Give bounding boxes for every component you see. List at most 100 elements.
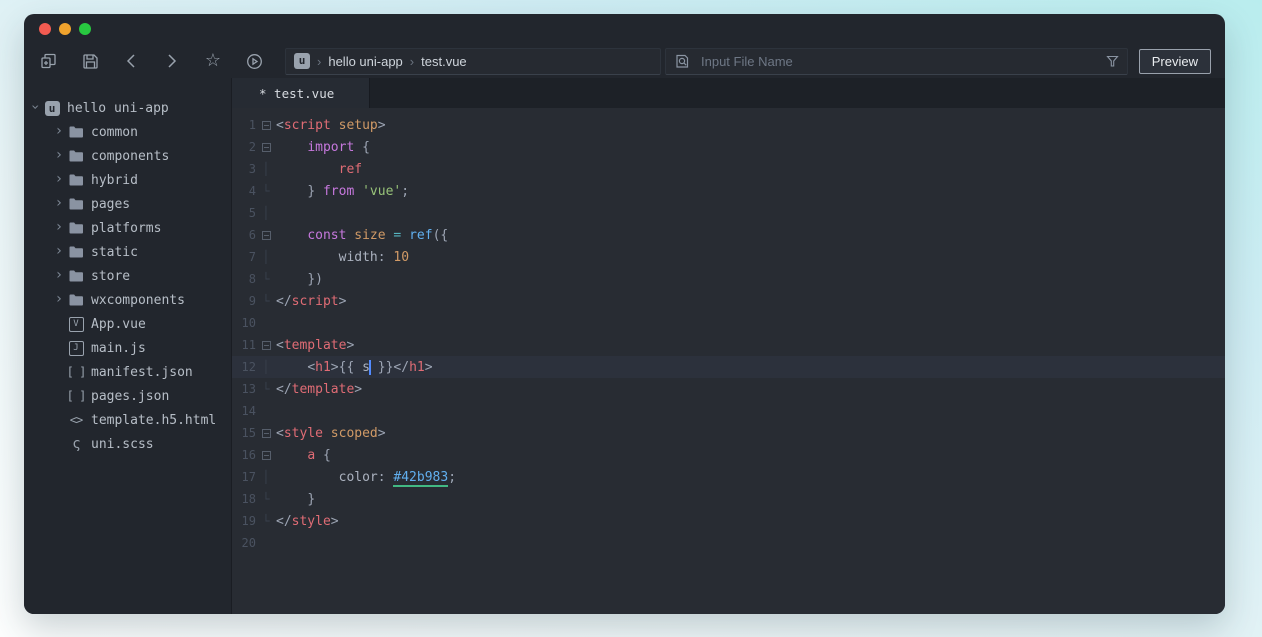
sidebar-item-label: common xyxy=(91,125,138,140)
editor: * test.vue 1<script setup>2 import {3│ r… xyxy=(232,78,1225,614)
sidebar-item-app-vue[interactable]: ›VApp.vue xyxy=(24,312,231,336)
code-line-11[interactable]: 11<template> xyxy=(232,334,1225,356)
breadcrumb-file[interactable]: test.vue xyxy=(421,54,467,69)
forward-button[interactable] xyxy=(157,48,187,74)
code-text: color: #42b983; xyxy=(276,470,456,485)
sidebar-item-label: manifest.json xyxy=(91,365,193,380)
sidebar-item-template-h5-html[interactable]: ›<>template.h5.html xyxy=(24,408,231,432)
tab-bar: * test.vue xyxy=(232,78,1225,108)
code-text: width: 10 xyxy=(276,250,409,265)
chevron-right-icon: › xyxy=(317,54,321,69)
file-search-icon xyxy=(674,53,691,70)
fold-guide: └ xyxy=(256,294,276,308)
code-text: <h1>{{ s }}</h1> xyxy=(276,360,433,375)
code-line-5[interactable]: 5│ xyxy=(232,202,1225,224)
sidebar-item-components[interactable]: ›components xyxy=(24,144,231,168)
folder-icon xyxy=(69,270,84,282)
code-line-15[interactable]: 15<style scoped> xyxy=(232,422,1225,444)
line-number: 7 xyxy=(232,250,256,264)
back-button[interactable] xyxy=(116,48,146,74)
code-line-3[interactable]: 3│ ref xyxy=(232,158,1225,180)
fold-toggle-icon[interactable] xyxy=(256,121,276,130)
code-area[interactable]: 1<script setup>2 import {3│ ref4└ } from… xyxy=(232,108,1225,614)
file-search-input[interactable] xyxy=(699,53,1100,70)
new-file-button[interactable] xyxy=(34,48,64,74)
toolbar: ☆ u › hello uni-app › test.vue xyxy=(24,44,1225,78)
favorite-button[interactable]: ☆ xyxy=(198,48,228,74)
code-line-2[interactable]: 2 import { xyxy=(232,136,1225,158)
chevron-right-icon[interactable]: › xyxy=(52,124,66,138)
line-number: 11 xyxy=(232,338,256,352)
line-number: 16 xyxy=(232,448,256,462)
run-button[interactable] xyxy=(239,48,269,74)
code-line-16[interactable]: 16 a { xyxy=(232,444,1225,466)
sidebar-item-static[interactable]: ›static xyxy=(24,240,231,264)
preview-button[interactable]: Preview xyxy=(1139,49,1211,74)
fold-toggle-icon[interactable] xyxy=(256,231,276,240)
code-text: </template> xyxy=(276,382,362,397)
sidebar-item-common[interactable]: › common xyxy=(24,120,231,144)
code-line-19[interactable]: 19└</style> xyxy=(232,510,1225,532)
fold-toggle-icon[interactable] xyxy=(256,451,276,460)
line-number: 9 xyxy=(232,294,256,308)
project-icon: u xyxy=(42,101,62,116)
sidebar-item-store[interactable]: ›store xyxy=(24,264,231,288)
code-line-7[interactable]: 7│ width: 10 xyxy=(232,246,1225,268)
code-line-10[interactable]: 10 xyxy=(232,312,1225,334)
uniapp-logo-icon: u xyxy=(294,53,310,69)
code-line-4[interactable]: 4└ } from 'vue'; xyxy=(232,180,1225,202)
breadcrumb: u › hello uni-app › test.vue xyxy=(285,48,661,75)
code-line-9[interactable]: 9└</script> xyxy=(232,290,1225,312)
chevron-right-icon[interactable]: › xyxy=(52,148,66,162)
minimize-button[interactable] xyxy=(59,23,71,35)
code-line-6[interactable]: 6 const size = ref({ xyxy=(232,224,1225,246)
code-line-20[interactable]: 20 xyxy=(232,532,1225,554)
fold-toggle-icon[interactable] xyxy=(256,341,276,350)
chevron-down-icon[interactable]: › xyxy=(28,100,42,114)
code-line-12[interactable]: 12│ <h1>{{ s }}</h1> xyxy=(232,356,1225,378)
code-line-14[interactable]: 14 xyxy=(232,400,1225,422)
fold-toggle-icon[interactable] xyxy=(256,143,276,152)
code-text: }) xyxy=(276,272,323,287)
zoom-button[interactable] xyxy=(79,23,91,35)
line-number: 15 xyxy=(232,426,256,440)
folder-icon xyxy=(66,270,86,282)
code-line-18[interactable]: 18└ } xyxy=(232,488,1225,510)
sidebar-item-pages[interactable]: ›pages xyxy=(24,192,231,216)
code-line-17[interactable]: 17│ color: #42b983; xyxy=(232,466,1225,488)
code-text: } from 'vue'; xyxy=(276,184,409,199)
breadcrumb-project[interactable]: hello uni-app xyxy=(328,54,402,69)
chevron-right-icon[interactable]: › xyxy=(52,268,66,282)
chevron-right-icon[interactable]: › xyxy=(52,196,66,210)
fold-toggle-icon[interactable] xyxy=(256,429,276,438)
code-line-13[interactable]: 13└</template> xyxy=(232,378,1225,400)
sidebar-item-hybrid[interactable]: ›hybrid xyxy=(24,168,231,192)
star-icon: ☆ xyxy=(205,52,221,70)
chevron-right-icon: › xyxy=(410,54,414,69)
sidebar-item-wxcomponents[interactable]: ›wxcomponents xyxy=(24,288,231,312)
chevron-right-icon[interactable]: › xyxy=(52,172,66,186)
folder-icon xyxy=(66,246,86,258)
save-button[interactable] xyxy=(75,48,105,74)
chevron-right-icon[interactable]: › xyxy=(52,244,66,258)
js-file-icon: J xyxy=(66,341,86,356)
sidebar-item-pages-json[interactable]: ›[ ]pages.json xyxy=(24,384,231,408)
chevron-right-icon[interactable]: › xyxy=(52,292,66,306)
folder-icon xyxy=(69,126,84,138)
folder-icon xyxy=(66,174,86,186)
close-button[interactable] xyxy=(39,23,51,35)
tab-test-vue[interactable]: * test.vue xyxy=(232,78,370,108)
sidebar-item-platforms[interactable]: ›platforms xyxy=(24,216,231,240)
sidebar-item-hello-uni-app[interactable]: ›uhello uni-app xyxy=(24,96,231,120)
sidebar-item-manifest-json[interactable]: ›[ ]manifest.json xyxy=(24,360,231,384)
filter-funnel-icon[interactable] xyxy=(1106,55,1119,68)
chevron-right-icon[interactable]: › xyxy=(52,220,66,234)
code-line-8[interactable]: 8└ }) xyxy=(232,268,1225,290)
code-line-1[interactable]: 1<script setup> xyxy=(232,114,1225,136)
folder-icon xyxy=(66,294,86,306)
sidebar-item-uni-scss[interactable]: ›ςuni.scss xyxy=(24,432,231,456)
line-number: 18 xyxy=(232,492,256,506)
sidebar-item-label: App.vue xyxy=(91,317,146,332)
fold-guide: └ xyxy=(256,272,276,286)
sidebar-item-main-js[interactable]: ›Jmain.js xyxy=(24,336,231,360)
